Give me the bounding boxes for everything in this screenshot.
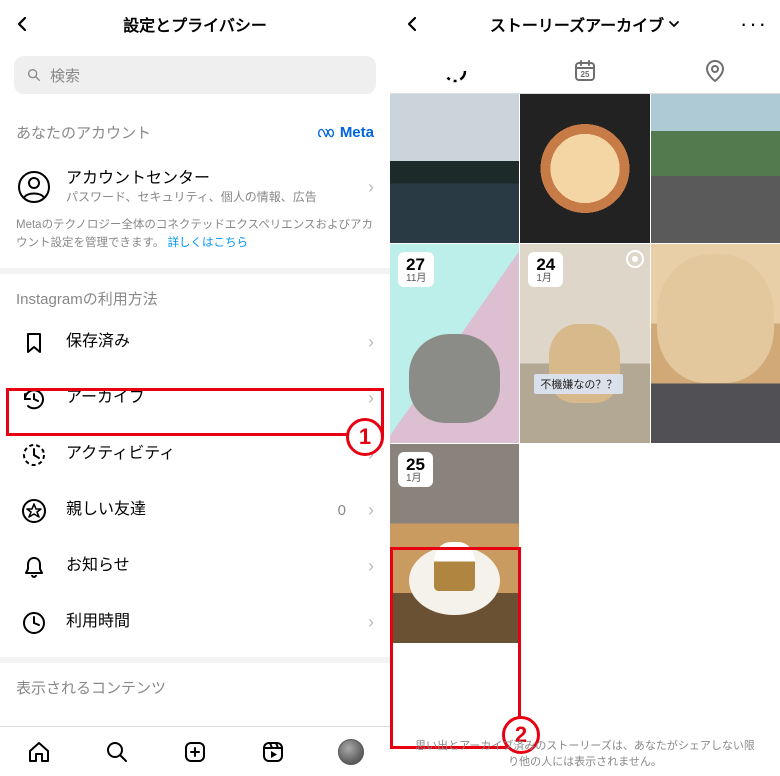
story-tile[interactable]: 25 1月 [390, 444, 519, 643]
archive-type-dropdown[interactable]: ストーリーズアーカイブ [490, 12, 680, 36]
profile-icon [16, 169, 52, 205]
account-center-row[interactable]: アカウントセンター パスワード、セキュリティ、個人の情報、広告 › [0, 159, 390, 215]
chevron-down-icon [668, 18, 680, 30]
search-icon [26, 67, 42, 83]
usage-section-header: Instagramの利用方法 [0, 274, 390, 315]
date-chip: 24 1月 [528, 252, 563, 287]
story-tile[interactable] [390, 94, 519, 243]
create-tab[interactable] [182, 739, 208, 765]
activity-row[interactable]: アクティビティ › [0, 427, 390, 483]
location-tab[interactable] [702, 58, 728, 84]
star-icon [16, 493, 52, 529]
stories-tab[interactable] [442, 58, 468, 84]
date-chip: 27 11月 [398, 252, 434, 287]
settings-screen: 設定とプライバシー 検索 あなたのアカウント Meta アカウントセンター パス… [0, 0, 390, 776]
account-center-title: アカウントセンター [66, 169, 354, 190]
meta-badge[interactable]: Meta [317, 124, 374, 141]
archive-tabs: 25 [390, 48, 780, 94]
content-section-header: 表示されるコンテンツ [0, 663, 390, 704]
clock-icon [16, 605, 52, 641]
avatar [338, 739, 364, 765]
story-tile[interactable] [520, 94, 649, 243]
close-friends-count: 0 [338, 502, 346, 519]
left-header: 設定とプライバシー [0, 0, 390, 48]
search-input[interactable]: 検索 [14, 56, 376, 94]
bell-icon [16, 549, 52, 585]
svg-text:25: 25 [581, 70, 590, 79]
archive-grid: 27 11月 24 1月 不機嫌なの？？ 25 1 [390, 94, 780, 776]
archive-row[interactable]: アーカイブ › [0, 371, 390, 427]
story-caption: 不機嫌なの？？ [534, 374, 623, 394]
story-tile[interactable]: 24 1月 不機嫌なの？？ [520, 244, 649, 443]
notifications-row[interactable]: お知らせ › [0, 539, 390, 595]
story-tile[interactable] [651, 244, 780, 443]
calendar-tab[interactable]: 25 [572, 58, 598, 84]
bookmark-icon [16, 325, 52, 361]
meta-icon [317, 127, 335, 139]
time-spent-row[interactable]: 利用時間 › [0, 595, 390, 651]
annotation-badge-1: 1 [346, 418, 384, 456]
chevron-right-icon: › [368, 612, 374, 633]
archive-footer-note: 思い出とアーカイブ済みのストーリーズは、あなたがシェアしない限り他の人には表示さ… [390, 739, 780, 770]
archive-icon [16, 381, 52, 417]
more-button[interactable]: ··· [740, 11, 768, 37]
chevron-right-icon: › [368, 388, 374, 409]
meta-learn-more-link[interactable]: 詳しくはこちら [168, 237, 249, 249]
archive-screen: ストーリーズアーカイブ ··· 25 27 11月 [390, 0, 780, 776]
date-chip: 25 1月 [398, 452, 433, 487]
page-title: 設定とプライバシー [123, 12, 267, 36]
meta-label: Meta [340, 124, 374, 141]
profile-tab[interactable] [338, 739, 364, 765]
close-friends-row[interactable]: 親しい友達 0 › [0, 483, 390, 539]
chevron-right-icon: › [368, 332, 374, 353]
story-tile[interactable] [651, 94, 780, 243]
your-account-header: あなたのアカウント Meta [0, 112, 390, 159]
story-tile[interactable]: 27 11月 [390, 244, 519, 443]
home-tab[interactable] [26, 739, 52, 765]
highlight-ring-icon [626, 250, 644, 268]
back-button[interactable] [398, 12, 426, 36]
reels-tab[interactable] [260, 739, 286, 765]
saved-row[interactable]: 保存済み › [0, 315, 390, 371]
chevron-right-icon: › [368, 500, 374, 521]
your-account-label: あなたのアカウント [16, 122, 151, 143]
bottom-tab-bar [0, 726, 390, 776]
search-wrap: 検索 [0, 48, 390, 112]
meta-description: Metaのテクノロジー全体のコネクテッドエクスペリエンスおよびアカウント設定を管… [0, 215, 390, 268]
chevron-right-icon: › [368, 177, 374, 198]
account-center-subtitle: パスワード、セキュリティ、個人の情報、広告 [66, 190, 354, 206]
chevron-right-icon: › [368, 556, 374, 577]
search-placeholder: 検索 [50, 65, 80, 86]
right-header: ストーリーズアーカイブ ··· [390, 0, 780, 48]
activity-icon [16, 437, 52, 473]
search-tab[interactable] [104, 739, 130, 765]
back-button[interactable] [8, 12, 36, 36]
